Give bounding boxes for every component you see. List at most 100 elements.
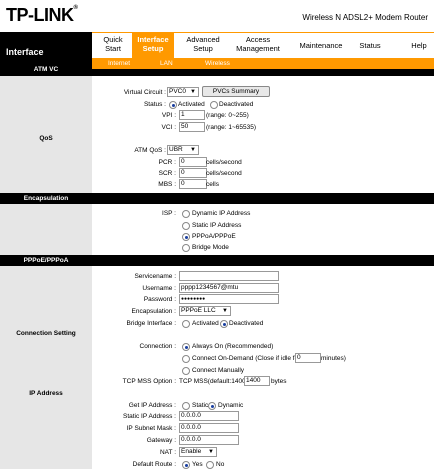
chevron-down-icon: ▼: [222, 308, 228, 314]
username-label: Username :: [142, 285, 176, 292]
tab-advanced-setup[interactable]: Advanced Setup: [180, 35, 226, 53]
isp-static-ip-radio[interactable]: [182, 222, 190, 230]
tab-quick-start[interactable]: Quick Start: [96, 35, 130, 53]
atm-qos-select[interactable]: UBR ▼: [167, 145, 199, 155]
bridge-interface-label: Bridge Interface :: [126, 320, 177, 327]
bridge-deactivated-radio[interactable]: [220, 320, 228, 328]
isp-pppoa-pppoe-label: PPPoA/PPPoE: [192, 233, 236, 240]
subtab-lan[interactable]: LAN: [160, 60, 173, 67]
isp-bridge-mode-label: Bridge Mode: [192, 244, 229, 251]
password-label: Password :: [143, 296, 176, 303]
pvcs-summary-button[interactable]: PVCs Summary: [202, 86, 270, 97]
virtual-circuit-label: Virtual Circuit :: [123, 89, 166, 96]
minutes-label: minutes): [321, 355, 346, 362]
default-route-no-label: No: [216, 461, 225, 468]
isp-dynamic-ip-label: Dynamic IP Address: [192, 210, 251, 217]
section-bar-pppoe: PPPoE/PPPoA: [0, 255, 434, 266]
pcr-input[interactable]: 0: [179, 157, 207, 167]
status-activated-label: Activated: [178, 101, 205, 108]
isp-label: ISP :: [162, 210, 176, 217]
connection-always-on-label: Always On (Recommended): [192, 343, 274, 350]
subtab-internet[interactable]: Internet: [108, 60, 130, 67]
chevron-down-icon: ▼: [190, 147, 196, 153]
tab-maintenance[interactable]: Maintenance: [294, 41, 348, 50]
connection-manually-radio[interactable]: [182, 367, 190, 375]
bridge-activated-radio[interactable]: [182, 320, 190, 328]
tab-status[interactable]: Status: [354, 41, 386, 50]
gateway-input[interactable]: 0.0.0.0: [179, 435, 239, 445]
isp-pppoa-pppoe-radio[interactable]: [182, 233, 190, 241]
default-route-yes-label: Yes: [192, 461, 203, 468]
static-ip-label: Static IP Address :: [123, 413, 176, 420]
bridge-activated-label: Activated: [192, 320, 219, 327]
mbs-label: MBS :: [158, 181, 176, 188]
nat-select[interactable]: Enable ▼: [179, 447, 217, 457]
servicename-input[interactable]: [179, 271, 279, 281]
section-label-connection-setting: Connection Setting: [16, 330, 76, 337]
idle-minutes-input[interactable]: 0: [295, 353, 321, 363]
tcp-mss-input[interactable]: 1400: [244, 376, 270, 386]
status-deactivated-label: Deactivated: [219, 101, 254, 108]
status-label: Status :: [143, 101, 166, 108]
get-ip-static-radio[interactable]: [182, 402, 190, 410]
tab-access-management[interactable]: Access Management: [230, 35, 286, 53]
section-bar-atm-vc: ATM VC: [0, 66, 434, 76]
bridge-deactivated-label: Deactivated: [229, 320, 264, 327]
get-ip-label: Get IP Address :: [128, 402, 176, 409]
tcp-mss-label: TCP MSS Option :: [122, 378, 176, 385]
vci-range: (range: 1~65535): [206, 124, 257, 131]
header: TP-LINK® Wireless N ADSL2+ Modem Router: [0, 0, 434, 32]
username-input[interactable]: pppp1234567@mtu: [179, 283, 279, 293]
section-label-qos: QoS: [39, 135, 53, 142]
section-label-ip-address: IP Address: [29, 390, 63, 397]
get-ip-dynamic-label: Dynamic: [218, 402, 244, 409]
isp-static-ip-label: Static IP Address: [192, 222, 242, 229]
subnav-bar: [92, 58, 434, 69]
atm-qos-label: ATM QoS :: [134, 147, 166, 154]
chevron-down-icon: ▼: [208, 449, 214, 455]
pcr-label: PCR :: [158, 159, 176, 166]
vci-input[interactable]: 50: [179, 122, 205, 132]
encapsulation-select[interactable]: PPPoE LLC ▼: [179, 306, 231, 316]
subtab-wireless[interactable]: Wireless: [205, 60, 230, 67]
default-route-yes-radio[interactable]: [182, 461, 190, 469]
default-route-no-radio[interactable]: [206, 461, 214, 469]
default-route-label: Default Route :: [132, 461, 176, 468]
servicename-label: Servicename :: [134, 273, 176, 280]
connection-on-demand-label: Connect On-Demand (Close if idle for: [192, 355, 301, 362]
tp-link-logo: TP-LINK®: [6, 5, 78, 25]
section-bar-encapsulation: Encapsulation: [0, 193, 434, 204]
connection-always-on-radio[interactable]: [182, 343, 190, 351]
scr-unit: cells/second: [206, 170, 242, 177]
isp-dynamic-ip-radio[interactable]: [182, 210, 190, 218]
model-name: Wireless N ADSL2+ Modem Router: [302, 13, 428, 22]
status-activated-radio[interactable]: [169, 101, 177, 109]
chevron-down-icon: ▼: [190, 89, 196, 95]
vci-label: VCI :: [161, 124, 176, 131]
connection-manually-label: Connect Manually: [192, 367, 245, 374]
password-input[interactable]: ●●●●●●●●: [179, 294, 279, 304]
scr-input[interactable]: 0: [179, 168, 207, 178]
tcp-mss-default: TCP MSS(default:1400): [179, 378, 248, 385]
virtual-circuit-select[interactable]: PVC0 ▼: [167, 87, 199, 97]
nat-label: NAT :: [159, 449, 176, 456]
pcr-unit: cells/second: [206, 159, 242, 166]
tab-help[interactable]: Help: [408, 41, 430, 50]
subnet-mask-label: IP Subnet Mask :: [126, 425, 176, 432]
subnet-mask-input[interactable]: 0.0.0.0: [179, 423, 239, 433]
status-deactivated-radio[interactable]: [210, 101, 218, 109]
scr-label: SCR :: [158, 170, 176, 177]
gateway-label: Gateway :: [146, 437, 176, 444]
mbs-unit: cells: [206, 181, 220, 188]
get-ip-dynamic-radio[interactable]: [208, 402, 216, 410]
get-ip-static-label: Static: [192, 402, 209, 409]
mbs-input[interactable]: 0: [179, 179, 207, 189]
vpi-input[interactable]: 1: [179, 110, 205, 120]
vpi-label: VPI :: [161, 112, 176, 119]
bytes-label: bytes: [271, 378, 287, 385]
connection-on-demand-radio[interactable]: [182, 355, 190, 363]
isp-bridge-mode-radio[interactable]: [182, 244, 190, 252]
tab-interface-setup[interactable]: Interface Setup: [132, 32, 174, 58]
connection-label: Connection :: [139, 343, 177, 350]
static-ip-input[interactable]: 0.0.0.0: [179, 411, 239, 421]
